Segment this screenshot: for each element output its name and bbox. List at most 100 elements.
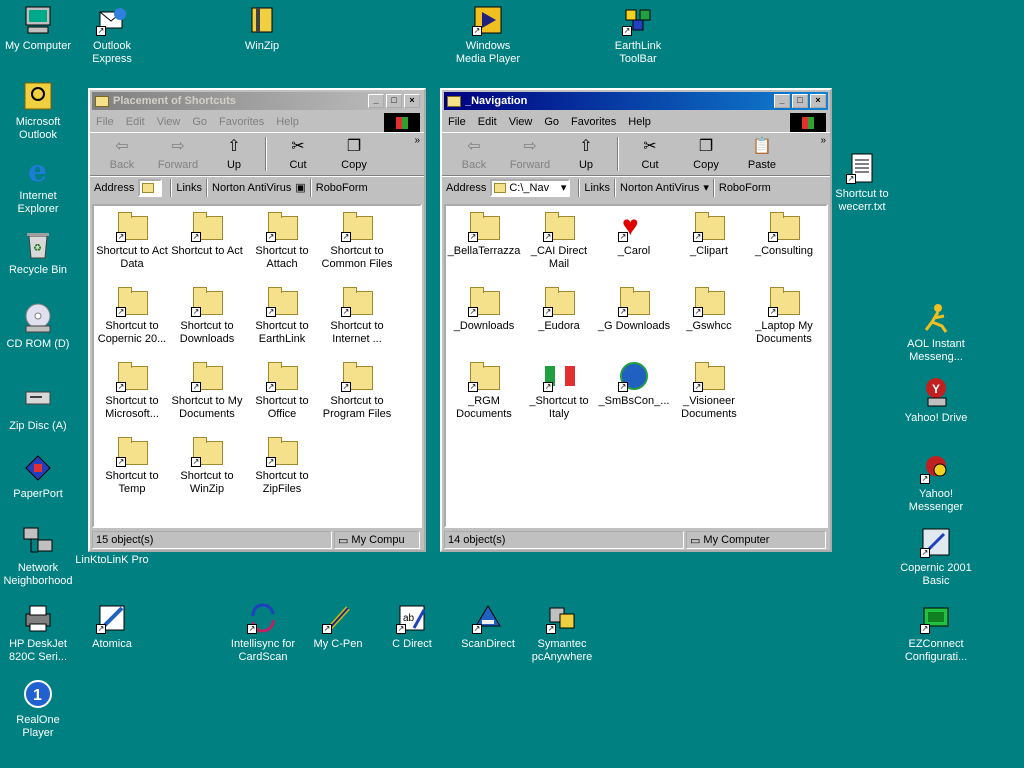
file-item[interactable]: ↗ Shortcut to Microsoft...: [94, 360, 170, 421]
desktop-icon-linktolink[interactable]: LinKtoLinK Pro: [74, 554, 150, 567]
cut-button[interactable]: ✂ Cut: [622, 133, 678, 175]
close-button[interactable]: ×: [810, 94, 826, 108]
menu-favorites[interactable]: Favorites: [219, 116, 264, 128]
file-item[interactable]: ♥ ↗ _Carol: [596, 210, 672, 258]
desktop-icon-atomica[interactable]: ↗ Atomica: [74, 602, 150, 651]
menu-favorites[interactable]: Favorites: [571, 116, 616, 128]
minimize-button[interactable]: _: [774, 94, 790, 108]
file-item[interactable]: ↗ _SmBsCon_...: [596, 360, 672, 408]
menu-view[interactable]: View: [509, 116, 533, 128]
link-roboform[interactable]: RoboForm: [316, 182, 368, 194]
desktop-icon-pcanywhere[interactable]: ↗ Symantec pcAnywhere: [524, 602, 600, 664]
link-roboform[interactable]: RoboForm: [719, 182, 771, 194]
file-item[interactable]: ↗ _Downloads: [446, 285, 522, 333]
file-list[interactable]: ↗ Shortcut to Act Data ↗ Shortcut to Act ↗ Sh…: [92, 204, 422, 528]
desktop-icon-yahoo-drive[interactable]: Y Yahoo! Drive: [898, 376, 974, 425]
file-item[interactable]: ↗ Shortcut to ZipFiles: [244, 435, 320, 496]
desktop-icon-yahoo-messenger[interactable]: ↗ Yahoo! Messenger: [898, 452, 974, 514]
copy-button[interactable]: ❐ Copy: [678, 133, 734, 175]
file-item[interactable]: ↗ _Eudora: [521, 285, 597, 333]
links-label[interactable]: Links: [584, 182, 610, 194]
back-button[interactable]: ⇦ Back: [446, 133, 502, 175]
window-placement-of-shortcuts[interactable]: Placement of Shortcuts _ □ × File Edit V…: [88, 88, 426, 552]
close-button[interactable]: ×: [404, 94, 420, 108]
desktop-icon-recycle-bin[interactable]: ♻ Recycle Bin: [0, 228, 76, 277]
desktop-icon-c-pen[interactable]: ↗ My C-Pen: [300, 602, 376, 651]
back-button[interactable]: ⇦ Back: [94, 133, 150, 175]
file-item[interactable]: ↗ Shortcut to Act Data: [94, 210, 170, 271]
desktop-icon-ezconnect[interactable]: ↗ EZConnect Configurati...: [898, 602, 974, 664]
file-item[interactable]: ↗ Shortcut to Downloads: [169, 285, 245, 346]
file-item[interactable]: ↗ Shortcut to Temp: [94, 435, 170, 496]
desktop-icon-paperport[interactable]: PaperPort: [0, 452, 76, 501]
desktop-icon-outlook-express[interactable]: ↗ Outlook Express: [74, 4, 150, 66]
menu-help[interactable]: Help: [628, 116, 651, 128]
desktop-icon-wecerr[interactable]: ↗ Shortcut to wecerr.txt: [824, 152, 900, 214]
menu-file[interactable]: File: [96, 116, 114, 128]
desktop-icon-microsoft-outlook[interactable]: Microsoft Outlook: [0, 80, 76, 142]
menu-edit[interactable]: Edit: [126, 116, 145, 128]
desktop-icon-c-direct[interactable]: ab ↗ C Direct: [374, 602, 450, 651]
menu-go[interactable]: Go: [192, 116, 207, 128]
menu-edit[interactable]: Edit: [478, 116, 497, 128]
menu-help[interactable]: Help: [276, 116, 299, 128]
desktop-icon-earthlink[interactable]: ↗ EarthLink ToolBar: [600, 4, 676, 66]
chevron-icon[interactable]: »: [414, 135, 420, 146]
file-item[interactable]: ↗ Shortcut to Copernic 20...: [94, 285, 170, 346]
menu-go[interactable]: Go: [544, 116, 559, 128]
paste-button[interactable]: 📋 Paste: [734, 133, 790, 175]
address-field[interactable]: C:\_Nav ▾: [490, 178, 571, 197]
file-item[interactable]: ↗ _Gswhcc: [671, 285, 747, 333]
file-item[interactable]: ↗ _CAI Direct Mail: [521, 210, 597, 271]
chevron-down-icon[interactable]: ▾: [561, 181, 567, 194]
desktop-icon-zip-disc[interactable]: Zip Disc (A): [0, 384, 76, 433]
maximize-button[interactable]: □: [386, 94, 402, 108]
desktop-icon-scandirect[interactable]: ↗ ScanDirect: [450, 602, 526, 651]
file-item[interactable]: ↗ _Shortcut to Italy: [521, 360, 597, 421]
file-item[interactable]: ↗ _RGM Documents: [446, 360, 522, 421]
desktop-icon-network-neighborhood[interactable]: Network Neighborhood: [0, 526, 76, 588]
file-item[interactable]: ↗ _BellaTerrazza: [446, 210, 522, 258]
desktop-icon-windows-media-player[interactable]: ↗ Windows Media Player: [450, 4, 526, 66]
file-item[interactable]: ↗ Shortcut to Attach: [244, 210, 320, 271]
up-button[interactable]: ⇧ Up: [558, 133, 614, 175]
link-norton-antivirus[interactable]: Norton AntiVirus: [620, 182, 699, 194]
desktop-icon-winzip[interactable]: WinZip: [224, 4, 300, 53]
desktop-icon-internet-explorer[interactable]: e Internet Explorer: [0, 154, 76, 216]
forward-button[interactable]: ⇨ Forward: [150, 133, 206, 175]
file-item[interactable]: ↗ _Visioneer Documents: [671, 360, 747, 421]
link-norton-antivirus[interactable]: Norton AntiVirus: [212, 182, 291, 194]
chevron-icon[interactable]: »: [820, 135, 826, 146]
file-item[interactable]: ↗ Shortcut to Internet ...: [319, 285, 395, 346]
window-navigation[interactable]: _Navigation _ □ × File Edit View Go Favo…: [440, 88, 832, 552]
desktop-icon-aim[interactable]: AOL Instant Messeng...: [898, 302, 974, 364]
file-item[interactable]: ↗ _Consulting: [746, 210, 822, 258]
title-bar[interactable]: _Navigation _ □ ×: [444, 92, 828, 110]
forward-button[interactable]: ⇨ Forward: [502, 133, 558, 175]
copy-button[interactable]: ❐ Copy: [326, 133, 382, 175]
file-item[interactable]: ↗ Shortcut to WinZip: [169, 435, 245, 496]
file-item[interactable]: ↗ _Clipart: [671, 210, 747, 258]
file-item[interactable]: ↗ Shortcut to Common Files: [319, 210, 395, 271]
file-item[interactable]: ↗ Shortcut to EarthLink: [244, 285, 320, 346]
maximize-button[interactable]: □: [792, 94, 808, 108]
file-item[interactable]: ↗ Shortcut to Program Files: [319, 360, 395, 421]
title-bar[interactable]: Placement of Shortcuts _ □ ×: [92, 92, 422, 110]
menu-view[interactable]: View: [157, 116, 181, 128]
minimize-button[interactable]: _: [368, 94, 384, 108]
file-item[interactable]: ↗ Shortcut to Office: [244, 360, 320, 421]
desktop-icon-copernic[interactable]: ↗ Copernic 2001 Basic: [898, 526, 974, 588]
file-list[interactable]: ↗ _BellaTerrazza ↗ _CAI Direct Mail ♥ ↗ _Carol…: [444, 204, 828, 528]
desktop-icon-hp-deskjet[interactable]: HP DeskJet 820C Seri...: [0, 602, 76, 664]
chevron-down-icon[interactable]: ▾: [703, 181, 709, 194]
file-item[interactable]: ↗ Shortcut to My Documents: [169, 360, 245, 421]
cut-button[interactable]: ✂ Cut: [270, 133, 326, 175]
desktop-icon-my-computer[interactable]: My Computer: [0, 4, 76, 53]
links-label[interactable]: Links: [176, 182, 202, 194]
file-item[interactable]: ↗ _Laptop My Documents: [746, 285, 822, 346]
desktop-icon-realone[interactable]: 1 RealOne Player: [0, 678, 76, 740]
menu-file[interactable]: File: [448, 116, 466, 128]
file-item[interactable]: ↗ Shortcut to Act: [169, 210, 245, 258]
desktop-icon-cdrom[interactable]: CD ROM (D): [0, 302, 76, 351]
file-item[interactable]: ↗ _G Downloads: [596, 285, 672, 333]
